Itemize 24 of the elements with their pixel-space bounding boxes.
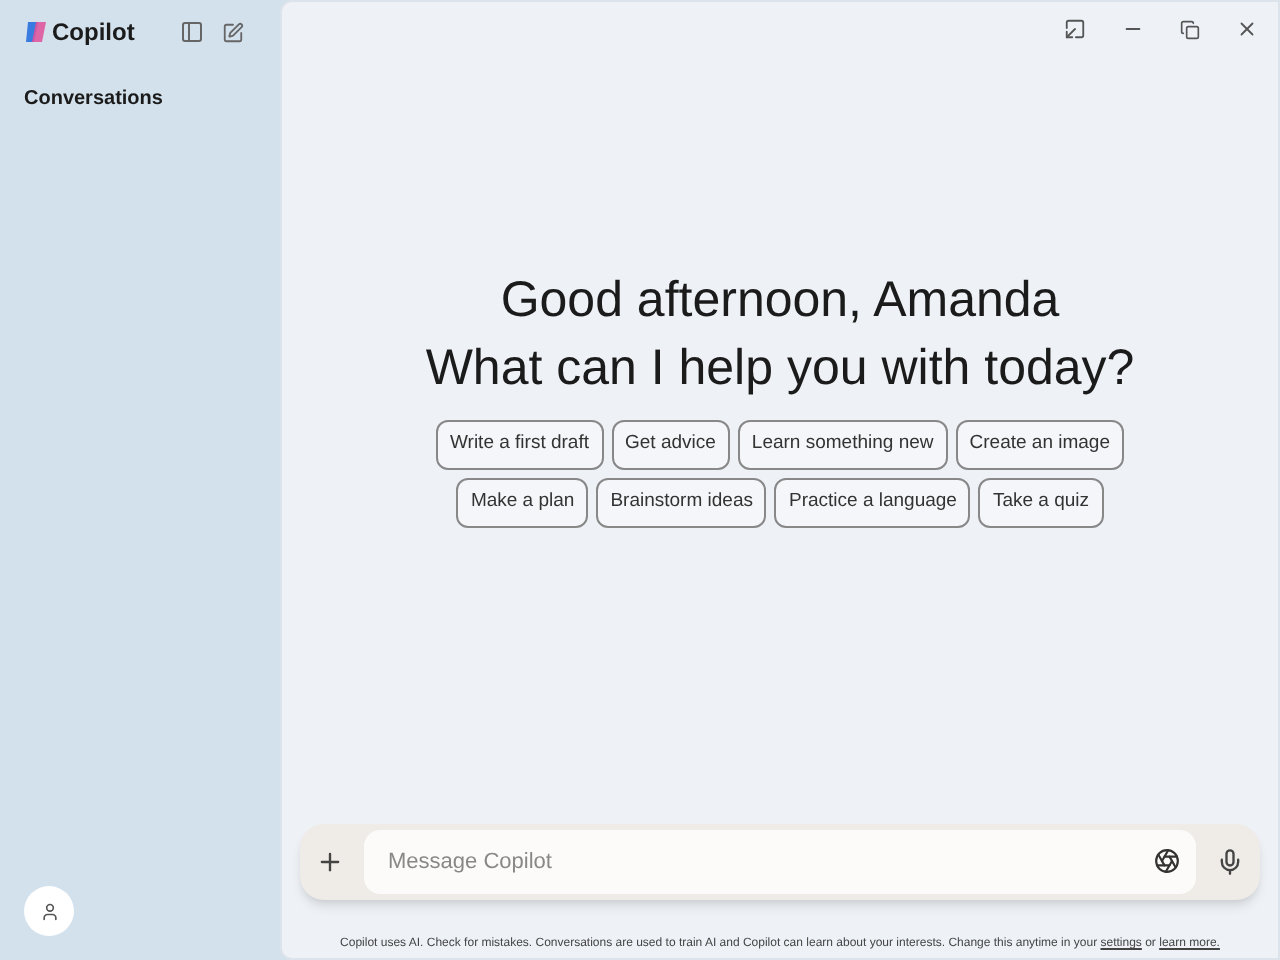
sidebar-heading: Conversations — [24, 86, 165, 114]
mini-window-icon[interactable] — [1064, 18, 1086, 40]
sidebar-toggle-icon[interactable] — [180, 20, 204, 44]
add-icon[interactable] — [316, 848, 344, 876]
suggestion-chip[interactable]: Make a plan — [456, 478, 589, 528]
profile-button[interactable] — [24, 886, 74, 936]
suggestion-chip[interactable]: Get advice — [611, 420, 730, 470]
close-icon[interactable] — [1236, 18, 1258, 40]
suggestion-chip[interactable]: Brainstorm ideas — [596, 478, 767, 528]
suggestion-chip[interactable]: Write a first draft — [435, 420, 603, 470]
greeting-heading: What can I help you with today? — [425, 338, 1135, 400]
suggestion-chip[interactable]: Learn something new — [737, 420, 948, 470]
suggestion-chip[interactable]: Create an image — [955, 420, 1124, 470]
app-name: Copilot — [52, 16, 135, 50]
suggestion-chip[interactable]: Take a quiz — [978, 478, 1104, 528]
restore-icon[interactable] — [1180, 19, 1200, 39]
aperture-icon[interactable] — [1154, 848, 1180, 874]
user-icon — [39, 901, 59, 921]
new-chat-icon[interactable] — [222, 21, 244, 43]
logo-icon — [24, 20, 48, 44]
message-field[interactable]: Message Copilot — [364, 830, 1196, 894]
suggestion-chip[interactable]: Practice a language — [774, 478, 971, 528]
greeting-heading: Good afternoon, Amanda — [500, 270, 1060, 332]
microphone-icon[interactable] — [1216, 848, 1244, 876]
